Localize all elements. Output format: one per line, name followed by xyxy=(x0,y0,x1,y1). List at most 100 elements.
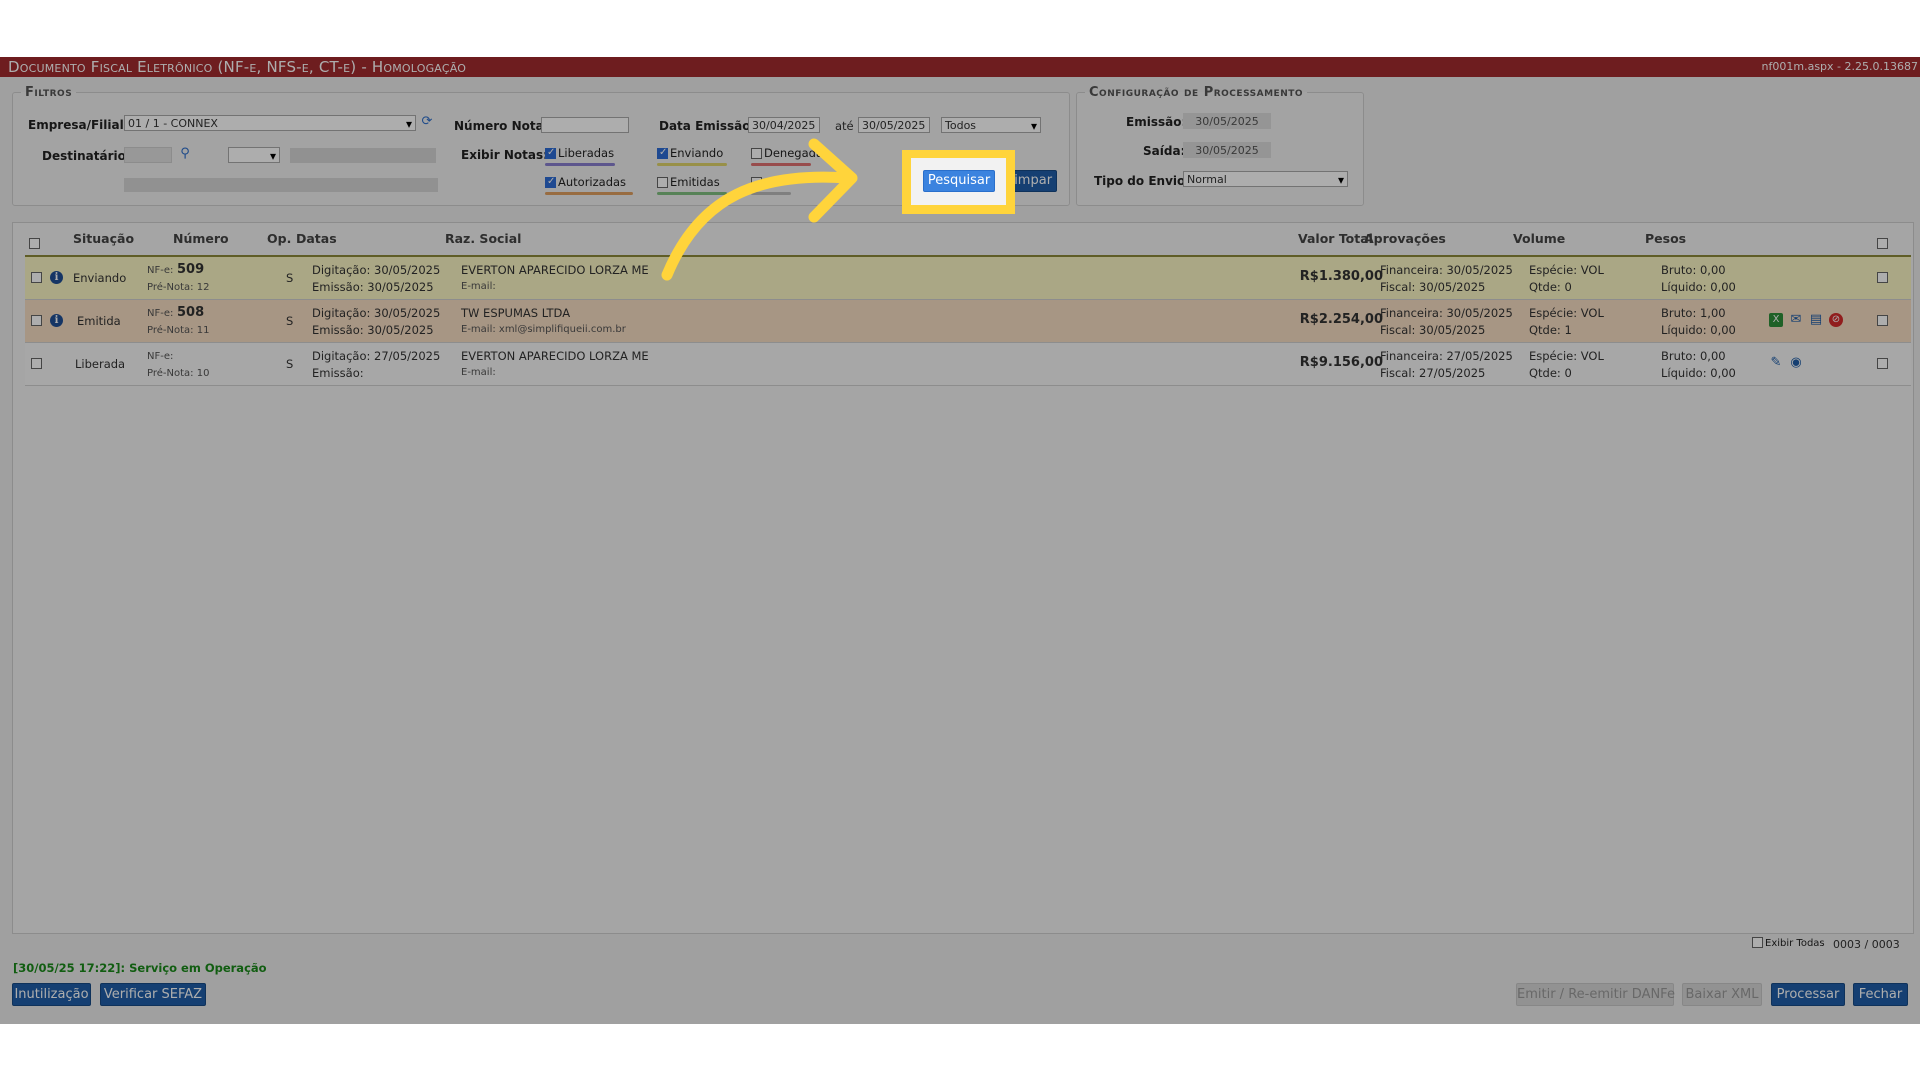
row-checkbox[interactable] xyxy=(31,358,42,369)
numero-nota-label: Número Nota: xyxy=(454,119,549,133)
title-bar: Documento Fiscal Eletrônico (NF-e, NFS-e… xyxy=(0,57,1920,77)
checkbox-denegadas[interactable]: Denegadas xyxy=(751,146,829,160)
row-especie: Espécie: VOL xyxy=(1529,263,1604,277)
row-emissao: Emissão: xyxy=(312,366,364,380)
empresa-select[interactable]: 01 / 1 - CONNEX xyxy=(124,115,416,131)
row-financeira: Financeira: 27/05/2025 xyxy=(1380,349,1513,363)
row-situacao: Emitida xyxy=(77,314,121,328)
header-datas[interactable]: Datas xyxy=(296,223,337,255)
header-razao-social[interactable]: Raz. Social xyxy=(445,223,521,255)
row-nfe-number: 508 xyxy=(177,305,205,320)
config-legend: Configuração de Processamento xyxy=(1089,85,1304,100)
exibir-todas-box[interactable] xyxy=(1752,937,1763,948)
checkbox-liberadas-label: Liberadas xyxy=(558,146,615,160)
tipo-envio-select[interactable]: Normal xyxy=(1183,171,1348,187)
email-icon[interactable]: ✉ xyxy=(1789,313,1803,327)
config-emissao-label: Emissão: xyxy=(1126,115,1187,129)
data-emissao-to-input[interactable]: 30/05/2025 xyxy=(858,117,930,133)
header-situacao[interactable]: Situação xyxy=(73,223,134,255)
pencil-icon[interactable]: ✎ xyxy=(1769,356,1783,370)
empresa-label: Empresa/Filial: xyxy=(28,118,129,132)
config-saida-label: Saída: xyxy=(1143,144,1186,158)
config-saida-field: 30/05/2025 xyxy=(1183,142,1271,158)
header-pesos[interactable]: Pesos xyxy=(1645,223,1686,255)
row-right-checkbox[interactable] xyxy=(1877,315,1888,326)
header-valor-total[interactable]: Valor Total xyxy=(1298,223,1373,255)
emitir-danfe-button[interactable]: Emitir / Re-emitir DANFe xyxy=(1516,983,1675,1006)
checkbox-autorizadas-label: Autorizadas xyxy=(558,175,627,189)
notes-table: Situação Número Op. Datas Raz. Social Va… xyxy=(12,222,1914,934)
row-right-checkbox[interactable] xyxy=(1877,358,1888,369)
numero-nota-input[interactable] xyxy=(541,117,629,133)
row-checkbox[interactable] xyxy=(31,272,42,283)
eye-icon[interactable]: ◉ xyxy=(1789,356,1803,370)
header-op[interactable]: Op. xyxy=(267,223,291,255)
service-status: [30/05/25 17:22]: Serviço em Operação xyxy=(13,961,267,975)
checkbox-emitidas[interactable]: Emitidas xyxy=(657,175,720,189)
row-valor: R$9.156,00 xyxy=(1299,355,1383,370)
row-fiscal: Fiscal: 27/05/2025 xyxy=(1380,366,1486,380)
periodo-select[interactable]: Todos xyxy=(941,117,1041,133)
row-fiscal: Fiscal: 30/05/2025 xyxy=(1380,323,1486,337)
emitidas-color-bar xyxy=(657,192,727,195)
checkbox-denegadas-box[interactable] xyxy=(751,148,762,159)
info-icon[interactable]: i xyxy=(50,271,63,284)
checkbox-emitidas-box[interactable] xyxy=(657,177,668,188)
row-razao: EVERTON APARECIDO LORZA ME xyxy=(461,349,649,363)
row-prenota: Pré-Nota: 11 xyxy=(147,325,210,336)
destinatario-code-input[interactable] xyxy=(124,147,172,163)
info-icon[interactable]: i xyxy=(50,314,63,327)
row-checkbox[interactable] xyxy=(31,315,42,326)
row-qtde: Qtde: 1 xyxy=(1529,323,1572,337)
row-prenota: Pré-Nota: 12 xyxy=(147,282,210,293)
checkbox-autorizadas-box[interactable] xyxy=(545,176,556,188)
data-emissao-from-input[interactable]: 30/04/2025 xyxy=(748,117,820,133)
table-row[interactable]: i Enviando NF-e: 509 Pré-Nota: 12 S Digi… xyxy=(25,257,1911,300)
document-icon[interactable]: ▤ xyxy=(1809,313,1823,327)
baixar-xml-button[interactable]: Baixar XML xyxy=(1682,983,1762,1006)
checkbox-extra[interactable] xyxy=(751,175,764,189)
table-row[interactable]: Liberada NF-e: Pré-Nota: 10 S Digitação:… xyxy=(25,343,1911,386)
row-nfe-number: 509 xyxy=(177,262,205,277)
table-row[interactable]: i Emitida NF-e: 508 Pré-Nota: 11 S Digit… xyxy=(25,300,1911,343)
checkbox-autorizadas[interactable]: Autorizadas xyxy=(545,175,626,189)
checkbox-denegadas-label: Denegadas xyxy=(764,146,829,160)
checkbox-emitidas-label: Emitidas xyxy=(670,175,720,189)
inutilizacao-button[interactable]: Inutilização xyxy=(12,983,91,1006)
row-nfe-label: NF-e: xyxy=(147,351,174,362)
row-email: E-mail: xyxy=(461,281,496,292)
tipo-envio-label: Tipo do Envio: xyxy=(1094,174,1191,188)
row-right-checkbox[interactable] xyxy=(1877,272,1888,283)
row-bruto: Bruto: 1,00 xyxy=(1661,306,1726,320)
pesquisar-button[interactable]: Pesquisar xyxy=(923,170,995,192)
checkbox-liberadas-box[interactable] xyxy=(545,147,556,159)
destinatario-name-field xyxy=(290,148,436,163)
row-especie: Espécie: VOL xyxy=(1529,349,1604,363)
checkbox-enviando[interactable]: Enviando xyxy=(657,146,723,160)
data-emissao-label: Data Emissão: xyxy=(659,119,756,133)
exibir-todas-label: Exibir Todas xyxy=(1765,938,1825,949)
exibir-todas-checkbox[interactable]: Exibir Todas xyxy=(1752,937,1825,949)
header-aprovacoes[interactable]: Aprovações xyxy=(1364,223,1446,255)
cancel-icon[interactable]: ⊘ xyxy=(1829,313,1843,327)
magnifier-icon[interactable]: ⚲ xyxy=(178,147,192,161)
header-volume[interactable]: Volume xyxy=(1513,223,1565,255)
excel-icon[interactable]: X xyxy=(1769,313,1783,327)
checkbox-enviando-box[interactable] xyxy=(657,147,668,159)
fechar-button[interactable]: Fechar xyxy=(1853,983,1908,1006)
processar-button[interactable]: Processar xyxy=(1771,983,1845,1006)
checkbox-liberadas[interactable]: Liberadas xyxy=(545,146,614,160)
row-especie: Espécie: VOL xyxy=(1529,306,1604,320)
header-numero[interactable]: Número xyxy=(173,223,229,255)
row-situacao: Liberada xyxy=(75,357,126,371)
row-liquido: Líquido: 0,00 xyxy=(1661,323,1736,337)
checkbox-extra-box[interactable] xyxy=(751,177,762,188)
select-all-checkbox[interactable] xyxy=(29,238,40,249)
destinatario-type-select[interactable] xyxy=(228,147,280,163)
record-count: 0003 / 0003 xyxy=(1833,938,1900,951)
enviando-color-bar xyxy=(657,163,727,166)
refresh-icon[interactable]: ⟳ xyxy=(420,115,434,129)
select-all-right-checkbox[interactable] xyxy=(1877,238,1888,249)
verificar-sefaz-button[interactable]: Verificar SEFAZ xyxy=(100,983,206,1006)
exibir-notas-label: Exibir Notas: xyxy=(461,148,548,162)
